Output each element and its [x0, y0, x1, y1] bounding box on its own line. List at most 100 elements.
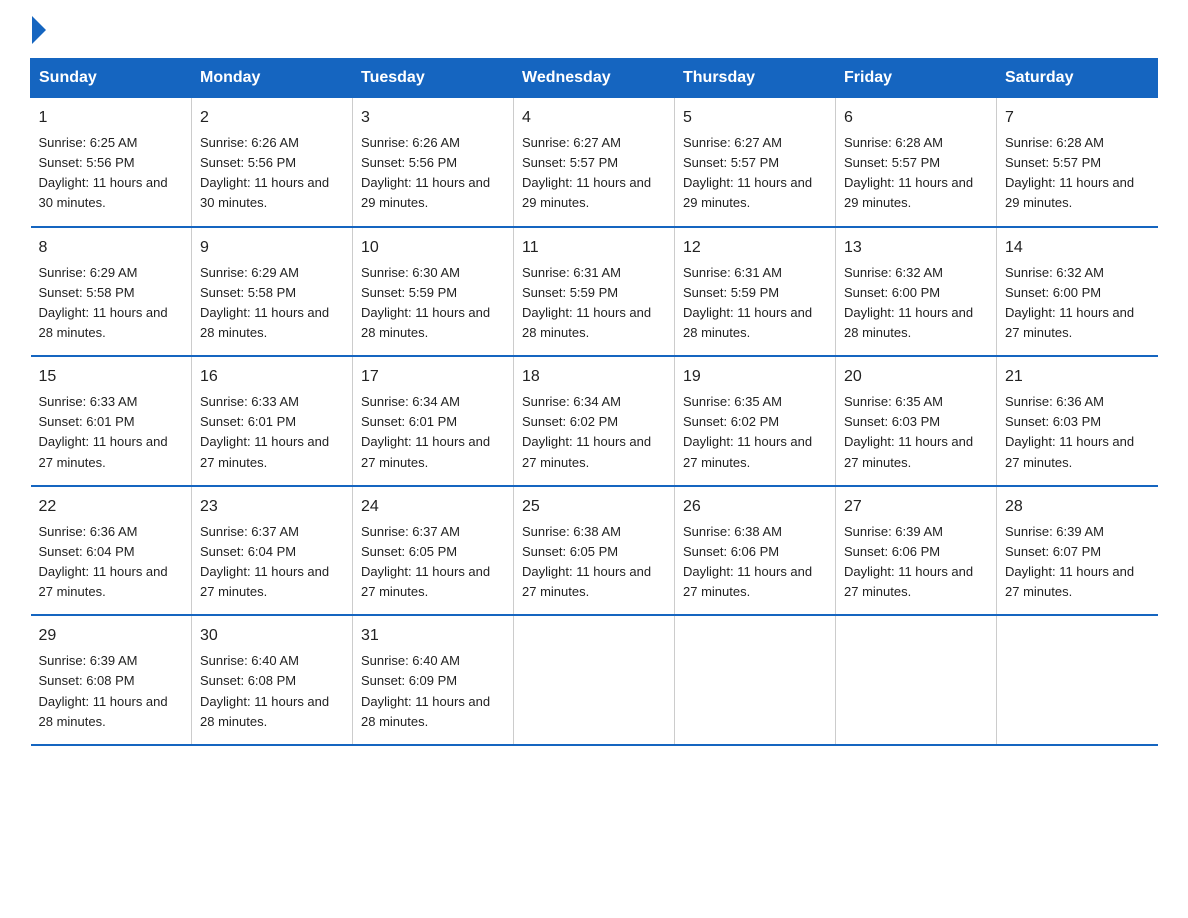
day-number: 14 — [1005, 236, 1150, 260]
calendar-cell: 17 Sunrise: 6:34 AMSunset: 6:01 PMDayligh… — [353, 356, 514, 486]
day-number: 20 — [844, 365, 988, 389]
calendar-cell: 18 Sunrise: 6:34 AMSunset: 6:02 PMDayligh… — [514, 356, 675, 486]
day-info: Sunrise: 6:31 AMSunset: 5:59 PMDaylight:… — [522, 263, 666, 344]
calendar-cell: 8 Sunrise: 6:29 AMSunset: 5:58 PMDaylight… — [31, 227, 192, 357]
day-info: Sunrise: 6:29 AMSunset: 5:58 PMDaylight:… — [39, 263, 184, 344]
page-header — [30, 20, 1158, 40]
week-row-4: 22 Sunrise: 6:36 AMSunset: 6:04 PMDayligh… — [31, 486, 1158, 616]
day-number: 2 — [200, 106, 344, 130]
calendar-cell: 15Sunrise: 6:33 AMSunset: 6:01 PMDayligh… — [31, 356, 192, 486]
day-info: Sunrise: 6:34 AMSunset: 6:02 PMDaylight:… — [522, 392, 666, 473]
calendar-cell: 7 Sunrise: 6:28 AMSunset: 5:57 PMDaylight… — [997, 98, 1158, 227]
day-number: 15 — [39, 365, 184, 389]
day-number: 25 — [522, 495, 666, 519]
calendar-cell — [836, 615, 997, 745]
day-number: 10 — [361, 236, 505, 260]
day-number: 13 — [844, 236, 988, 260]
calendar-cell: 22 Sunrise: 6:36 AMSunset: 6:04 PMDayligh… — [31, 486, 192, 616]
day-info: Sunrise: 6:39 AMSunset: 6:07 PMDaylight:… — [1005, 522, 1150, 603]
day-info: Sunrise: 6:36 AMSunset: 6:03 PMDaylight:… — [1005, 392, 1150, 473]
calendar-cell: 19 Sunrise: 6:35 AMSunset: 6:02 PMDayligh… — [675, 356, 836, 486]
day-number: 11 — [522, 236, 666, 260]
day-number: 23 — [200, 495, 344, 519]
day-info: Sunrise: 6:37 AMSunset: 6:04 PMDaylight:… — [200, 522, 344, 603]
day-info: Sunrise: 6:40 AMSunset: 6:09 PMDaylight:… — [361, 651, 505, 732]
day-info: Sunrise: 6:39 AMSunset: 6:08 PMDaylight:… — [39, 651, 184, 732]
day-number: 9 — [200, 236, 344, 260]
calendar-cell: 14 Sunrise: 6:32 AMSunset: 6:00 PMDayligh… — [997, 227, 1158, 357]
day-info: Sunrise: 6:32 AMSunset: 6:00 PMDaylight:… — [844, 263, 988, 344]
day-number: 1 — [39, 106, 184, 130]
day-number: 27 — [844, 495, 988, 519]
calendar-cell: 23 Sunrise: 6:37 AMSunset: 6:04 PMDayligh… — [192, 486, 353, 616]
calendar-cell: 29 Sunrise: 6:39 AMSunset: 6:08 PMDayligh… — [31, 615, 192, 745]
calendar-cell: 10 Sunrise: 6:30 AMSunset: 5:59 PMDayligh… — [353, 227, 514, 357]
day-info: Sunrise: 6:26 AMSunset: 5:56 PMDaylight:… — [200, 133, 344, 214]
calendar-cell: 20 Sunrise: 6:35 AMSunset: 6:03 PMDayligh… — [836, 356, 997, 486]
logo-arrow-icon — [32, 16, 46, 44]
calendar-cell: 13 Sunrise: 6:32 AMSunset: 6:00 PMDayligh… — [836, 227, 997, 357]
calendar-cell — [675, 615, 836, 745]
header-wednesday: Wednesday — [514, 59, 675, 98]
day-info: Sunrise: 6:27 AMSunset: 5:57 PMDaylight:… — [683, 133, 827, 214]
day-info: Sunrise: 6:36 AMSunset: 6:04 PMDaylight:… — [39, 522, 184, 603]
calendar-cell — [514, 615, 675, 745]
day-info: Sunrise: 6:34 AMSunset: 6:01 PMDaylight:… — [361, 392, 505, 473]
day-number: 18 — [522, 365, 666, 389]
calendar-cell: 25Sunrise: 6:38 AMSunset: 6:05 PMDayligh… — [514, 486, 675, 616]
header-thursday: Thursday — [675, 59, 836, 98]
calendar-cell: 5 Sunrise: 6:27 AMSunset: 5:57 PMDaylight… — [675, 98, 836, 227]
day-number: 31 — [361, 624, 505, 648]
day-number: 8 — [39, 236, 184, 260]
day-number: 5 — [683, 106, 827, 130]
calendar-cell: 11 Sunrise: 6:31 AMSunset: 5:59 PMDayligh… — [514, 227, 675, 357]
calendar-cell: 12Sunrise: 6:31 AMSunset: 5:59 PMDayligh… — [675, 227, 836, 357]
day-info: Sunrise: 6:32 AMSunset: 6:00 PMDaylight:… — [1005, 263, 1150, 344]
day-info: Sunrise: 6:26 AMSunset: 5:56 PMDaylight:… — [361, 133, 505, 214]
day-info: Sunrise: 6:35 AMSunset: 6:03 PMDaylight:… — [844, 392, 988, 473]
day-info: Sunrise: 6:37 AMSunset: 6:05 PMDaylight:… — [361, 522, 505, 603]
day-number: 21 — [1005, 365, 1150, 389]
day-info: Sunrise: 6:25 AMSunset: 5:56 PMDaylight:… — [39, 133, 184, 214]
day-number: 16 — [200, 365, 344, 389]
calendar-cell: 9 Sunrise: 6:29 AMSunset: 5:58 PMDaylight… — [192, 227, 353, 357]
calendar-cell: 31 Sunrise: 6:40 AMSunset: 6:09 PMDayligh… — [353, 615, 514, 745]
day-info: Sunrise: 6:40 AMSunset: 6:08 PMDaylight:… — [200, 651, 344, 732]
day-info: Sunrise: 6:29 AMSunset: 5:58 PMDaylight:… — [200, 263, 344, 344]
calendar-cell: 28 Sunrise: 6:39 AMSunset: 6:07 PMDayligh… — [997, 486, 1158, 616]
day-info: Sunrise: 6:38 AMSunset: 6:06 PMDaylight:… — [683, 522, 827, 603]
day-number: 6 — [844, 106, 988, 130]
week-row-2: 8 Sunrise: 6:29 AMSunset: 5:58 PMDaylight… — [31, 227, 1158, 357]
calendar-cell: 16 Sunrise: 6:33 AMSunset: 6:01 PMDayligh… — [192, 356, 353, 486]
day-number: 7 — [1005, 106, 1150, 130]
calendar-cell: 4 Sunrise: 6:27 AMSunset: 5:57 PMDaylight… — [514, 98, 675, 227]
day-number: 22 — [39, 495, 184, 519]
calendar-cell: 26 Sunrise: 6:38 AMSunset: 6:06 PMDayligh… — [675, 486, 836, 616]
day-info: Sunrise: 6:33 AMSunset: 6:01 PMDaylight:… — [200, 392, 344, 473]
day-info: Sunrise: 6:39 AMSunset: 6:06 PMDaylight:… — [844, 522, 988, 603]
day-number: 19 — [683, 365, 827, 389]
calendar-header-row: SundayMondayTuesdayWednesdayThursdayFrid… — [31, 59, 1158, 98]
calendar-cell: 6 Sunrise: 6:28 AMSunset: 5:57 PMDaylight… — [836, 98, 997, 227]
day-number: 3 — [361, 106, 505, 130]
day-number: 30 — [200, 624, 344, 648]
header-tuesday: Tuesday — [353, 59, 514, 98]
day-number: 17 — [361, 365, 505, 389]
day-number: 28 — [1005, 495, 1150, 519]
day-info: Sunrise: 6:30 AMSunset: 5:59 PMDaylight:… — [361, 263, 505, 344]
calendar-cell: 27 Sunrise: 6:39 AMSunset: 6:06 PMDayligh… — [836, 486, 997, 616]
day-info: Sunrise: 6:27 AMSunset: 5:57 PMDaylight:… — [522, 133, 666, 214]
calendar-table: SundayMondayTuesdayWednesdayThursdayFrid… — [30, 58, 1158, 746]
day-info: Sunrise: 6:28 AMSunset: 5:57 PMDaylight:… — [1005, 133, 1150, 214]
day-number: 29 — [39, 624, 184, 648]
calendar-cell — [997, 615, 1158, 745]
day-number: 26 — [683, 495, 827, 519]
day-info: Sunrise: 6:31 AMSunset: 5:59 PMDaylight:… — [683, 263, 827, 344]
calendar-cell: 21 Sunrise: 6:36 AMSunset: 6:03 PMDayligh… — [997, 356, 1158, 486]
header-monday: Monday — [192, 59, 353, 98]
day-number: 4 — [522, 106, 666, 130]
header-friday: Friday — [836, 59, 997, 98]
calendar-cell: 30 Sunrise: 6:40 AMSunset: 6:08 PMDayligh… — [192, 615, 353, 745]
day-info: Sunrise: 6:35 AMSunset: 6:02 PMDaylight:… — [683, 392, 827, 473]
day-info: Sunrise: 6:28 AMSunset: 5:57 PMDaylight:… — [844, 133, 988, 214]
